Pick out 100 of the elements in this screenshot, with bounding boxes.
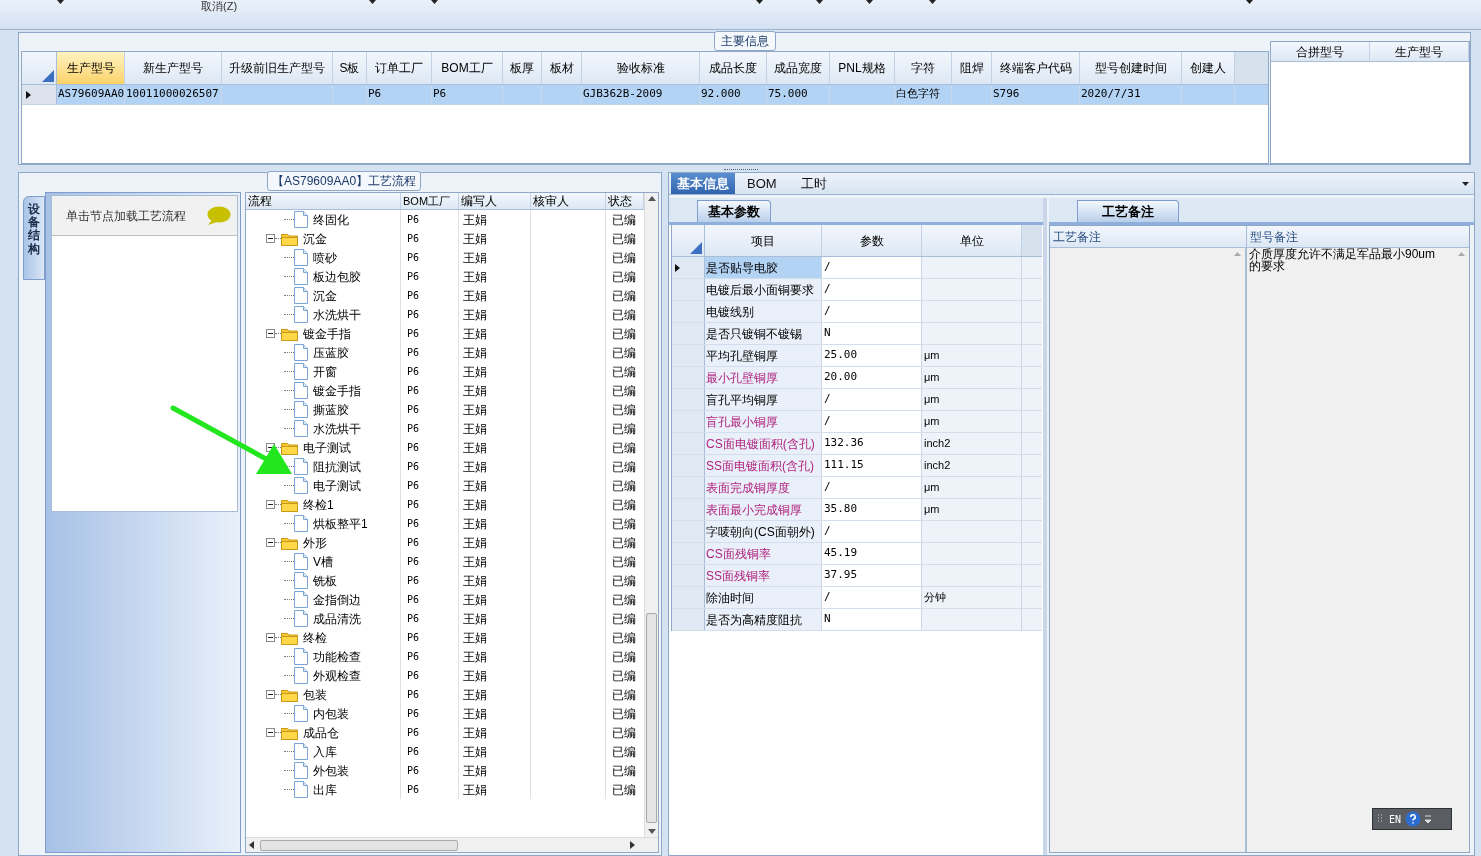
dropdown-caret-icon[interactable] <box>369 0 377 4</box>
collapse-icon[interactable] <box>266 538 275 547</box>
tab-menu-caret-icon[interactable] <box>1462 181 1469 186</box>
table-cell[interactable]: 最小孔壁铜厚 <box>705 367 822 388</box>
table-row[interactable]: 平均孔壁铜厚 25.00 μm <box>672 345 1042 367</box>
table-cell[interactable]: SS面残铜率 <box>705 565 822 586</box>
table-row[interactable]: 电镀线别 / <box>672 301 1042 323</box>
column-header[interactable]: 生产型号 <box>57 52 125 84</box>
collapse-icon[interactable] <box>266 500 275 509</box>
column-header[interactable]: 成品长度 <box>700 52 767 84</box>
tree-node[interactable]: 压蓝胶 <box>313 343 349 362</box>
tree-node[interactable]: 成品清洗 <box>313 609 361 628</box>
table-cell[interactable]: 表面最小完成铜厚 <box>705 499 822 520</box>
tab[interactable]: 工时 <box>788 173 839 194</box>
tree-node[interactable]: 阻抗测试 <box>313 457 361 476</box>
tree-node[interactable]: 沉金 <box>313 286 337 305</box>
column-header[interactable]: 板材 <box>542 52 582 84</box>
table-cell[interactable]: 是否只镀铜不镀锡 <box>705 323 822 344</box>
column-header[interactable]: 终端客户代码 <box>992 52 1080 84</box>
scrollbar-thumb[interactable] <box>260 839 458 851</box>
tree-node[interactable]: 成品仓 <box>303 723 339 742</box>
table-cell[interactable]: 表面完成铜厚度 <box>705 477 822 498</box>
collapse-icon[interactable] <box>266 728 275 737</box>
column-header[interactable]: 验收标准 <box>582 52 700 84</box>
column-header[interactable]: 板厚 <box>503 52 542 84</box>
table-row[interactable]: SS面残铜率 37.95 <box>672 565 1042 587</box>
collapse-icon[interactable] <box>266 329 275 338</box>
tree-node[interactable]: 终检1 <box>303 495 334 514</box>
scroll-left-icon[interactable] <box>249 841 254 849</box>
dropdown-caret-icon[interactable] <box>1246 0 1254 4</box>
tab[interactable]: 基本信息 <box>671 173 735 194</box>
side-tab[interactable]: 设备结构 <box>23 196 45 280</box>
column-header[interactable]: 型号备注 <box>1247 226 1469 247</box>
column-header[interactable]: 成品宽度 <box>767 52 830 84</box>
tree-node[interactable]: 镀金手指 <box>303 324 351 343</box>
table-cell[interactable]: 平均孔壁铜厚 <box>705 345 822 366</box>
table-cell[interactable]: CS面残铜率 <box>705 543 822 564</box>
dropdown-caret-icon[interactable] <box>57 0 64 4</box>
dropdown-caret-icon[interactable] <box>866 0 874 4</box>
table-cell[interactable]: CS面电镀面积(含孔) <box>705 433 822 454</box>
tree-node[interactable]: 水洗烘干 <box>313 419 361 438</box>
table-cell[interactable]: 是否为高精度阻抗 <box>705 609 822 630</box>
tree-node[interactable]: 沉金 <box>303 229 327 248</box>
column-header[interactable]: 工艺备注 <box>1050 226 1247 247</box>
tree-node[interactable]: 电子测试 <box>303 438 351 457</box>
table-cell[interactable]: 除油时间 <box>705 587 822 608</box>
table-row[interactable]: 盲孔最小铜厚 / μm <box>672 411 1042 433</box>
table-cell[interactable]: 盲孔最小铜厚 <box>705 411 822 432</box>
column-header[interactable]: PNL规格 <box>830 52 895 84</box>
column-header[interactable]: 阻焊 <box>952 52 992 84</box>
column-header[interactable]: 订单工厂 <box>367 52 432 84</box>
language-bar[interactable]: EN <box>1372 808 1452 830</box>
tree-node[interactable]: 内包装 <box>313 704 349 723</box>
column-header[interactable]: 型号创建时间 <box>1080 52 1182 84</box>
vertical-scrollbar[interactable] <box>644 193 658 837</box>
dropdown-caret-icon[interactable] <box>816 0 824 4</box>
language-indicator[interactable]: EN <box>1389 811 1402 827</box>
scroll-right-icon[interactable] <box>630 841 635 849</box>
column-header[interactable]: 合拼型号 <box>1271 42 1370 61</box>
tree-node[interactable]: 撕蓝胶 <box>313 400 349 419</box>
collapse-icon[interactable] <box>266 234 275 243</box>
column-header[interactable]: 升级前旧生产型号 <box>222 52 333 84</box>
table-cell[interactable]: 电镀后最小面铜要求 <box>705 279 822 300</box>
collapse-icon[interactable] <box>266 690 275 699</box>
table-row[interactable]: AS79609AA0 10011000026507 P6 P6 GJB362B-2009 92.000 75.000 白色字符 S796 2020/7/31 <box>22 85 1268 105</box>
table-row[interactable]: 字唛朝向(CS面朝外) / <box>672 521 1042 543</box>
table-row[interactable]: 盲孔平均铜厚 / μm <box>672 389 1042 411</box>
table-row[interactable]: CS面残铜率 45.19 <box>672 543 1042 565</box>
column-header[interactable]: 新生产型号 <box>125 52 222 84</box>
column-header[interactable]: 字符 <box>895 52 952 84</box>
tree-node[interactable]: 镀金手指 <box>313 381 361 400</box>
column-header[interactable]: BOM工厂 <box>432 52 503 84</box>
table-row[interactable]: 电镀后最小面铜要求 / <box>672 279 1042 301</box>
tab[interactable]: 工艺备注 <box>1077 200 1179 222</box>
tree-node[interactable]: 板边包胶 <box>313 267 361 286</box>
table-cell[interactable]: SS面电镀面积(含孔) <box>705 455 822 476</box>
tree-node[interactable]: V槽 <box>313 552 333 571</box>
table-row[interactable]: CS面电镀面积(含孔) 132.36 inch2 <box>672 433 1042 455</box>
tree-node[interactable]: 喷砂 <box>313 248 337 267</box>
tree-node[interactable]: 铣板 <box>313 571 337 590</box>
scrollbar-thumb[interactable] <box>646 613 657 823</box>
table-row[interactable]: 最小孔壁铜厚 20.00 μm <box>672 367 1042 389</box>
column-header[interactable]: 生产型号 <box>1370 42 1469 61</box>
column-header[interactable]: 参数 <box>822 225 922 256</box>
tree-node[interactable]: 水洗烘干 <box>313 305 361 324</box>
tree-node[interactable]: 外形 <box>303 533 327 552</box>
scroll-down-icon[interactable] <box>647 829 656 834</box>
tree-node[interactable]: 电子测试 <box>313 476 361 495</box>
table-row[interactable]: 表面完成铜厚度 / μm <box>672 477 1042 499</box>
tree-node[interactable]: 入库 <box>313 742 337 761</box>
column-header[interactable]: 项目 <box>705 225 822 256</box>
column-header[interactable]: BOM工厂 <box>401 193 459 209</box>
cancel-menu-item[interactable]: 取消(Z) <box>201 0 238 12</box>
scroll-up-icon[interactable] <box>647 196 656 201</box>
horizontal-scrollbar[interactable] <box>246 837 658 852</box>
tree-node[interactable]: 外观检查 <box>313 666 361 685</box>
table-row[interactable]: 是否贴导电胶 / <box>672 257 1042 279</box>
tab[interactable]: BOM <box>735 173 789 194</box>
table-cell[interactable]: 电镀线别 <box>705 301 822 322</box>
collapse-icon[interactable] <box>266 633 275 642</box>
